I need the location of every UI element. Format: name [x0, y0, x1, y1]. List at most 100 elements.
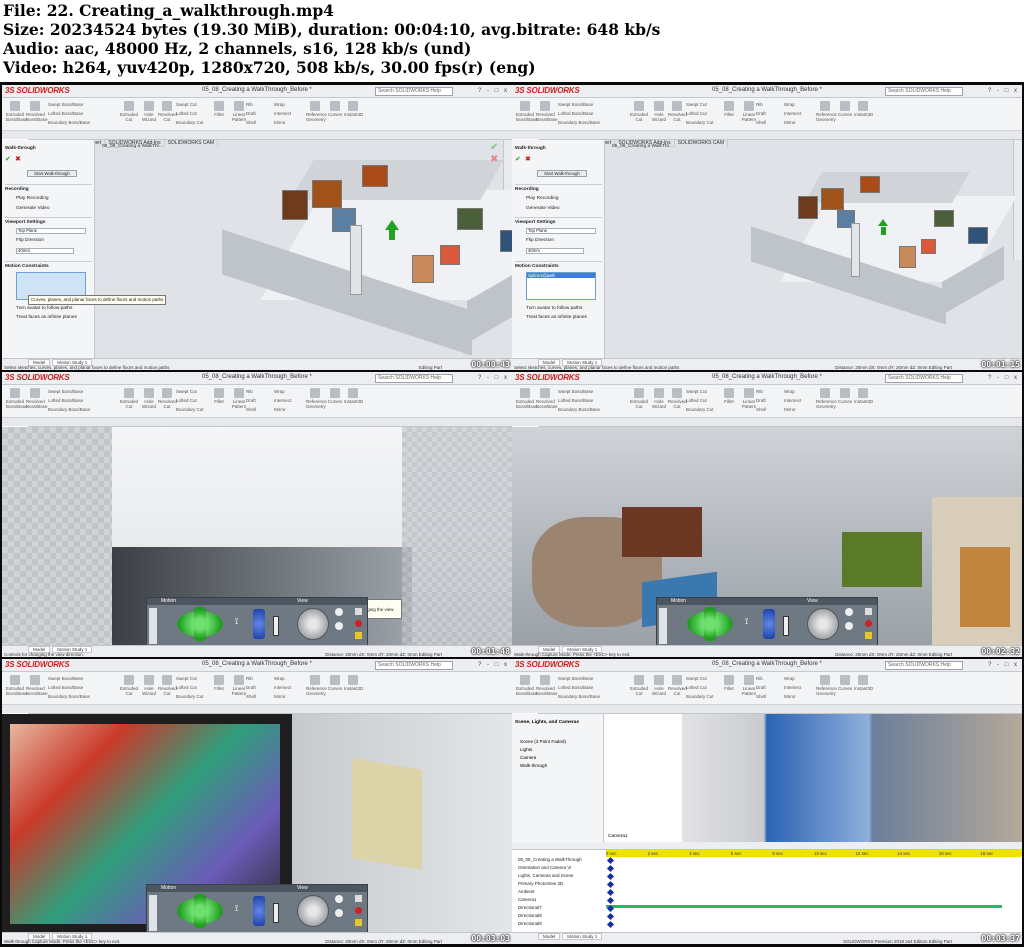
ribbon-small-button[interactable]: Draft: [246, 685, 256, 690]
ribbon-button[interactable]: Extruded Cut: [630, 101, 648, 122]
avatar-arrow-icon[interactable]: [877, 219, 888, 226]
ribbon-small-button[interactable]: Draft: [756, 685, 766, 690]
options-icon[interactable]: [355, 895, 362, 902]
ribbon-small-button[interactable]: Shell: [246, 120, 256, 125]
ribbon-small-button[interactable]: Swept Cut: [686, 676, 707, 681]
ribbon-button[interactable]: Curves: [326, 101, 344, 117]
ribbon-small-button[interactable]: Boundary Boss/Base: [558, 120, 600, 125]
timeline-tree-row[interactable]: Camera1: [512, 897, 606, 902]
keyframe-marker[interactable]: [606, 864, 615, 873]
timeline-tree-row[interactable]: Directional7: [512, 905, 606, 910]
ribbon-small-button[interactable]: Shell: [756, 120, 766, 125]
ribbon-button[interactable]: Extruded Boss/Base: [6, 675, 28, 696]
record-icon[interactable]: [355, 907, 362, 914]
walkthrough-item[interactable]: Walk-through: [520, 762, 566, 770]
ribbon-small-button[interactable]: Boundary Cut: [176, 694, 204, 699]
start-walkthrough-button[interactable]: Start Walk-through: [27, 170, 77, 177]
ribbon-button[interactable]: Revolved Cut: [158, 101, 177, 122]
ribbon-small-button[interactable]: Boundary Boss/Base: [558, 694, 600, 699]
ribbon-button[interactable]: Fillet: [210, 675, 228, 691]
forward-back-icon[interactable]: [194, 894, 206, 928]
tab-model[interactable]: Model: [538, 933, 561, 940]
tab-motion-study[interactable]: Motion Study 1: [562, 933, 603, 940]
ribbon-button[interactable]: Reference Geometry: [306, 388, 327, 409]
ribbon-button[interactable]: Revolved Cut: [668, 388, 687, 409]
ribbon-small-button[interactable]: Intersect: [274, 111, 291, 116]
ribbon-small-button[interactable]: Lofted Cut: [686, 685, 707, 690]
search-input[interactable]: Search SOLIDWORKS Help: [375, 661, 453, 670]
ribbon-small-button[interactable]: Lofted Boss/Base: [558, 111, 593, 116]
start-walkthrough-button[interactable]: Start Walk-through: [537, 170, 587, 177]
plane-field[interactable]: Top Plane: [526, 228, 596, 234]
ribbon-button[interactable]: Curves: [326, 675, 344, 691]
ribbon-button[interactable]: Extruded Boss/Base: [6, 101, 28, 122]
ribbon-button[interactable]: Curves: [836, 101, 854, 117]
ribbon-button[interactable]: Fillet: [720, 675, 738, 691]
window-controls[interactable]: ? - □ x: [988, 88, 1019, 94]
keyframe-marker[interactable]: [606, 888, 615, 897]
speed-slider[interactable]: [273, 903, 279, 923]
keyframe-marker[interactable]: [606, 896, 615, 905]
ok-icon[interactable]: ✔: [5, 155, 11, 163]
camera-item[interactable]: Camera: [520, 754, 566, 762]
ribbon-small-button[interactable]: Lofted Cut: [686, 398, 707, 403]
search-input[interactable]: Search SOLIDWORKS Help: [375, 374, 453, 383]
timeline-tree-row[interactable]: Ambient: [512, 889, 606, 894]
timeline-tree-row[interactable]: 05_08_Creating a WalkThrough: [512, 857, 606, 862]
ribbon-small-button[interactable]: Wrap: [274, 676, 285, 681]
forward-back-icon[interactable]: [194, 607, 206, 641]
zoom-in-icon[interactable]: [845, 608, 853, 616]
ribbon-small-button[interactable]: Rib: [246, 676, 253, 681]
ribbon-button[interactable]: Revolved Cut: [668, 101, 687, 122]
ribbon-button[interactable]: Instant3D: [344, 388, 363, 404]
window-controls[interactable]: ? - □ x: [988, 662, 1019, 668]
ribbon-small-button[interactable]: Boundary Cut: [686, 694, 714, 699]
options-icon[interactable]: [355, 608, 362, 615]
ribbon-button[interactable]: Fillet: [210, 101, 228, 117]
ribbon-button[interactable]: Hole Wizard: [650, 101, 668, 122]
cancel-icon[interactable]: ✖: [525, 155, 531, 163]
keyframe-marker[interactable]: [606, 872, 615, 881]
ribbon-button[interactable]: Revolved Boss/Base: [26, 675, 48, 696]
height-field[interactable]: 40mm: [526, 248, 584, 254]
ribbon-button[interactable]: Extruded Cut: [630, 388, 648, 409]
timeline-toolbar[interactable]: [512, 842, 1022, 850]
timeline-tree[interactable]: 05_08_Creating a WalkThrough Orientation …: [512, 856, 615, 932]
ribbon-small-button[interactable]: Swept Cut: [176, 676, 197, 681]
ribbon-small-button[interactable]: Boundary Cut: [686, 120, 714, 125]
flip-direction-checkbox[interactable]: Flip Direction: [16, 238, 44, 243]
elevation-icon[interactable]: [253, 609, 265, 639]
cancel-mark-icon[interactable]: ✖: [490, 154, 498, 165]
ribbon-small-button[interactable]: Mirror: [274, 120, 286, 125]
step-icon[interactable]: ⟟: [745, 616, 748, 627]
zoom-in-icon[interactable]: [335, 895, 343, 903]
ribbon-button[interactable]: Hole Wizard: [650, 675, 668, 696]
ribbon-small-button[interactable]: Lofted Boss/Base: [48, 685, 83, 690]
view-dpad[interactable]: [807, 608, 839, 640]
ribbon-button[interactable]: Reference Geometry: [306, 675, 327, 696]
ribbon-button[interactable]: Instant3D: [344, 675, 363, 691]
elevation-icon[interactable]: [763, 609, 775, 639]
ribbon-button[interactable]: Extruded Cut: [630, 675, 648, 696]
ribbon-button[interactable]: Extruded Cut: [120, 675, 138, 696]
ribbon-small-button[interactable]: Shell: [246, 694, 256, 699]
cancel-icon[interactable]: ✖: [15, 155, 21, 163]
keyframe-marker[interactable]: [606, 920, 615, 929]
ribbon-small-button[interactable]: Swept Boss/Base: [48, 102, 83, 107]
ribbon-button[interactable]: Curves: [836, 388, 854, 404]
zoom-out-icon[interactable]: [335, 622, 343, 630]
timeline-tree-row[interactable]: Directional8: [512, 913, 606, 918]
ribbon-button[interactable]: Reference Geometry: [816, 101, 837, 122]
ribbon-button[interactable]: Revolved Boss/Base: [536, 675, 558, 696]
generate-video-button[interactable]: Generate Video: [526, 206, 560, 211]
ribbon-small-button[interactable]: Shell: [756, 694, 766, 699]
ribbon-small-button[interactable]: Boundary Cut: [176, 407, 204, 412]
ribbon-small-button[interactable]: Swept Boss/Base: [558, 102, 593, 107]
ribbon-small-button[interactable]: Draft: [246, 398, 256, 403]
ribbon-small-button[interactable]: Draft: [246, 111, 256, 116]
record-icon[interactable]: [865, 620, 872, 627]
ribbon-small-button[interactable]: Boundary Boss/Base: [48, 407, 90, 412]
ribbon-small-button[interactable]: Lofted Cut: [686, 111, 707, 116]
record-icon[interactable]: [355, 620, 362, 627]
ribbon-button[interactable]: Extruded Cut: [120, 101, 138, 122]
